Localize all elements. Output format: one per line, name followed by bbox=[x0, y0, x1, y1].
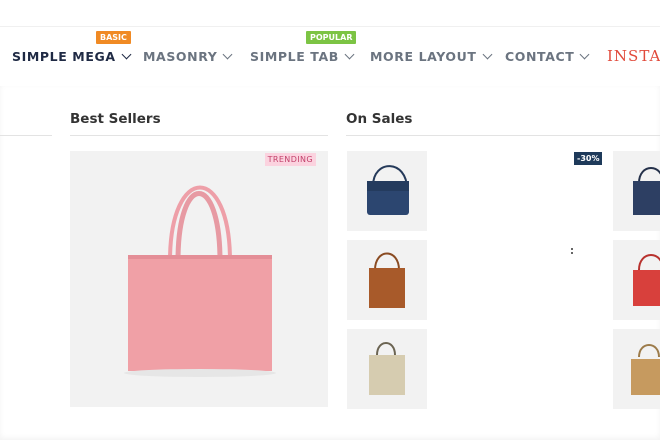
nav-label: SIMPLE MEGA bbox=[12, 48, 116, 64]
product-thumb-navy-tote[interactable] bbox=[613, 151, 660, 231]
badge-basic: BASIC bbox=[96, 31, 131, 44]
badge-popular: POPULAR bbox=[306, 31, 357, 44]
beige-tote-bag-image bbox=[369, 342, 405, 395]
tan-tote-bag-image bbox=[631, 344, 660, 395]
on-sales-title: On Sales bbox=[346, 111, 413, 127]
product-thumb-navy-crossbody[interactable] bbox=[347, 151, 427, 231]
nav-masonry[interactable]: MASONRY bbox=[143, 27, 233, 85]
column-divider bbox=[0, 135, 52, 136]
sale-badge: -30% bbox=[574, 152, 603, 165]
nav-more-layout[interactable]: MORE LAYOUT bbox=[370, 27, 492, 85]
navy-crossbody-bag-image bbox=[367, 165, 409, 215]
nav-label: MORE LAYOUT bbox=[370, 48, 477, 64]
nav-install[interactable]: INSTAL bbox=[607, 27, 660, 85]
top-strip bbox=[0, 0, 660, 27]
red-tote-bag-image bbox=[633, 254, 660, 306]
product-thumb-brown-tote[interactable] bbox=[347, 240, 427, 320]
chevron-down-icon bbox=[344, 49, 355, 59]
product-thumb-beige-tote[interactable] bbox=[347, 329, 427, 409]
nav-label: INSTAL bbox=[607, 47, 660, 65]
chevron-down-icon bbox=[482, 49, 492, 59]
nav-label: SIMPLE TAB bbox=[250, 48, 339, 64]
featured-product-card[interactable]: TRENDING bbox=[70, 151, 328, 407]
navy-tote-bag-image bbox=[633, 167, 660, 215]
chevron-down-icon bbox=[222, 49, 233, 59]
nav-label: MASONRY bbox=[143, 48, 218, 64]
slider-dots-icon[interactable] bbox=[571, 248, 573, 260]
brown-tote-bag-image bbox=[369, 252, 405, 308]
chevron-down-icon bbox=[579, 49, 590, 59]
product-thumb-tan-tote[interactable] bbox=[613, 329, 660, 409]
product-thumb-red-tote[interactable] bbox=[613, 240, 660, 320]
best-sellers-title: Best Sellers bbox=[70, 111, 161, 127]
chevron-down-icon bbox=[121, 49, 132, 59]
pink-tote-bag-image bbox=[124, 185, 276, 377]
nav-label: CONTACT bbox=[505, 48, 575, 64]
column-divider bbox=[70, 135, 328, 136]
nav-contact[interactable]: CONTACT bbox=[505, 27, 590, 85]
trending-badge: TRENDING bbox=[264, 153, 316, 166]
column-divider bbox=[346, 135, 660, 136]
